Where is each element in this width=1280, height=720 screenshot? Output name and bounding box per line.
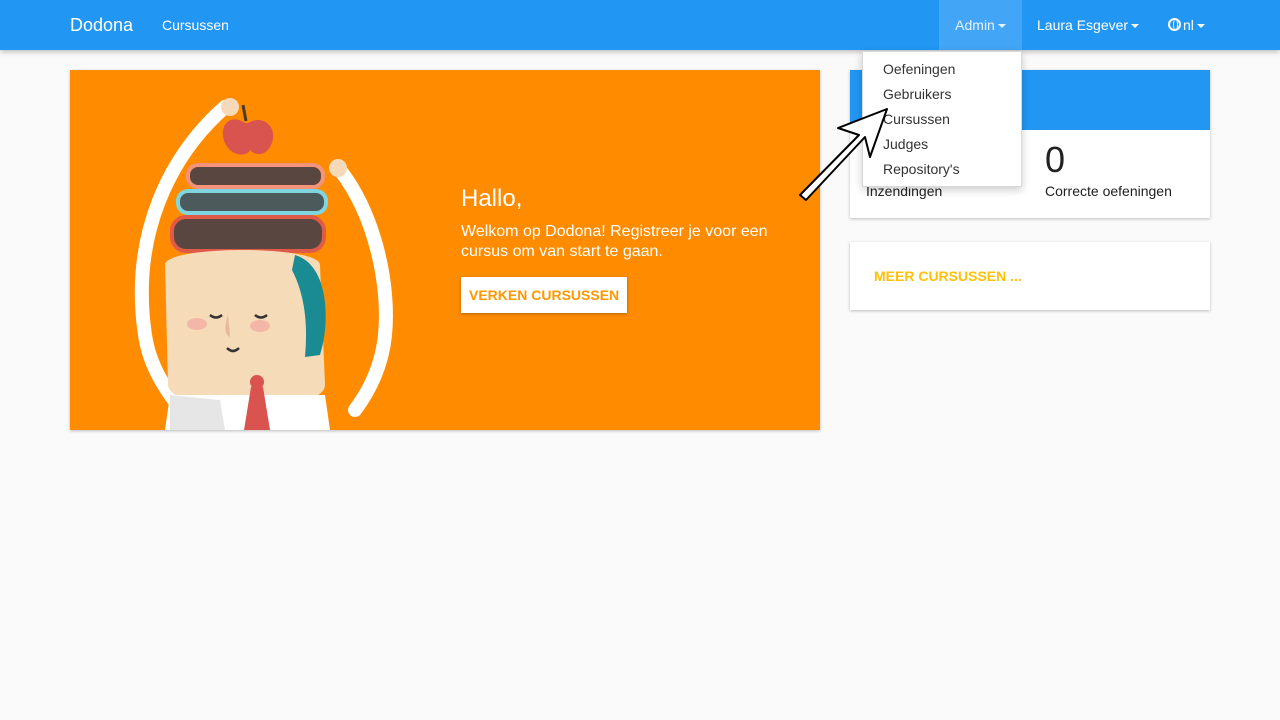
language-label: nl	[1183, 17, 1194, 33]
admin-menu-item-exercises[interactable]: Oefeningen	[863, 57, 1021, 82]
caret-down-icon	[1131, 24, 1140, 29]
admin-menu-toggle[interactable]: Admin	[939, 0, 1022, 50]
more-courses-link[interactable]: MEER CURSUSSEN ...	[874, 268, 1022, 284]
admin-menu-item-users[interactable]: Gebruikers	[863, 82, 1021, 107]
stat-correct-label: Correcte oefeningen	[1045, 183, 1172, 199]
explore-courses-button[interactable]: Verken cursussen	[461, 277, 628, 313]
welcome-hero-card: Hallo, Welkom op Dodona! Registreer je v…	[70, 70, 820, 430]
more-courses-card: MEER CURSUSSEN ...	[850, 242, 1210, 310]
nav-courses-link[interactable]: Cursussen	[162, 0, 229, 50]
globe-icon	[1168, 18, 1181, 31]
brand-logo[interactable]: Dodona	[70, 0, 133, 50]
admin-dropdown-menu: Oefeningen Gebruikers Cursussen Judges R…	[862, 51, 1022, 187]
hero-subtitle: Welkom op Dodona! Registreer je voor een…	[461, 223, 768, 260]
user-name: Laura Esgever	[1037, 17, 1129, 33]
admin-menu-item-judges[interactable]: Judges	[863, 132, 1021, 157]
top-navbar: Dodona Cursussen Admin Laura Esgever nl	[0, 0, 1280, 50]
stat-correct-value: 0	[1045, 139, 1066, 180]
hero-text: Hallo, Welkom op Dodona! Registreer je v…	[461, 185, 781, 313]
student-with-books-illustration	[134, 98, 393, 430]
caret-down-icon	[1196, 24, 1205, 29]
hero-title: Hallo,	[461, 185, 523, 212]
admin-label: Admin	[955, 17, 995, 33]
stat-correct-exercises: 0 Correcte oefeningen	[1045, 138, 1172, 200]
user-menu-toggle[interactable]: Laura Esgever	[1037, 0, 1140, 50]
admin-menu-item-courses[interactable]: Cursussen	[863, 107, 1021, 132]
admin-menu-item-repositories[interactable]: Repository's	[863, 157, 1021, 182]
language-menu-toggle[interactable]: nl	[1168, 0, 1205, 50]
caret-down-icon	[997, 24, 1006, 29]
